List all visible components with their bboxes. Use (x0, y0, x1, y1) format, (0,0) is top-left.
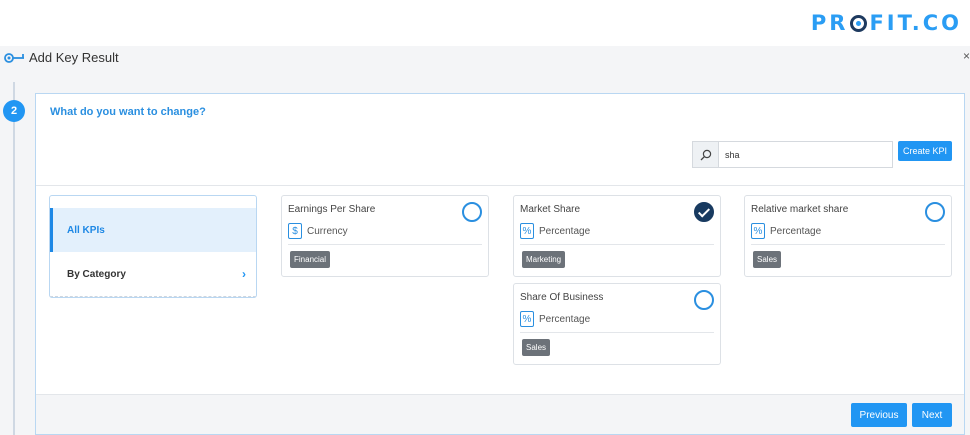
kpi-type: % Percentage (751, 223, 821, 239)
kpi-name: Market Share (520, 204, 581, 215)
profit-co-logo: PR FIT.CO (811, 11, 962, 35)
divider (520, 244, 714, 245)
step-question: What do you want to change? (50, 106, 206, 118)
page-title: Add Key Result (29, 50, 119, 65)
kpi-card-market-share[interactable]: Market Share % Percentage Marketing (513, 195, 721, 277)
key-result-icon (4, 53, 24, 63)
kpi-type-label: Percentage (539, 313, 591, 325)
search-icon (700, 149, 711, 160)
create-kpi-button[interactable]: Create KPI (898, 141, 952, 161)
step-card: What do you want to change? Create KPI A… (35, 93, 965, 435)
nav-item-label: All KPIs (67, 224, 105, 236)
kpi-select-radio[interactable] (462, 202, 482, 222)
kpi-select-radio[interactable] (694, 290, 714, 310)
percentage-icon: % (520, 311, 534, 327)
step-timeline-line (13, 82, 15, 435)
kpi-selected-check-icon[interactable] (694, 202, 714, 222)
kpi-name: Earnings Per Share (288, 204, 376, 215)
kpi-filter-nav: All KPIs By Category › (49, 195, 257, 298)
logo-text-right: FIT.CO (869, 11, 962, 35)
kpi-name: Share Of Business (520, 292, 604, 303)
category-tag: Sales (522, 339, 551, 356)
kpi-type-label: Percentage (539, 225, 591, 237)
kpi-card-share-of-business[interactable]: Share Of Business % Percentage Sales (513, 283, 721, 365)
kpi-type-label: Currency (307, 225, 348, 237)
category-tag: Sales (753, 251, 782, 268)
logo-text-left: PR (810, 11, 849, 35)
search-button[interactable] (693, 142, 719, 167)
add-key-result-panel: Add Key Result × 2 What do you want to c… (0, 46, 970, 435)
category-tag: Financial (290, 251, 331, 268)
kpi-card-earnings-per-share[interactable]: Earnings Per Share $ Currency Financial (281, 195, 489, 277)
category-tag: Marketing (522, 251, 566, 268)
currency-icon: $ (288, 223, 302, 239)
percentage-icon: % (520, 223, 534, 239)
divider (751, 244, 945, 245)
nav-item-by-category[interactable]: By Category › (50, 253, 256, 297)
step-footer: Previous Next (36, 394, 964, 434)
kpi-search-input[interactable] (719, 149, 889, 160)
previous-button[interactable]: Previous (851, 403, 907, 427)
next-button[interactable]: Next (912, 403, 952, 427)
divider (36, 185, 964, 186)
percentage-icon: % (751, 223, 765, 239)
kpi-card-relative-market-share[interactable]: Relative market share % Percentage Sales (744, 195, 952, 277)
kpi-name: Relative market share (751, 204, 849, 215)
close-icon[interactable]: × (963, 49, 970, 63)
top-bar: PR FIT.CO (0, 0, 970, 46)
divider (520, 332, 714, 333)
nav-item-label: By Category (67, 269, 126, 280)
divider (288, 244, 482, 245)
logo-target-icon (850, 14, 868, 32)
kpi-type: $ Currency (288, 223, 348, 239)
kpi-select-radio[interactable] (925, 202, 945, 222)
step-number-badge: 2 (3, 100, 25, 122)
nav-item-all-kpis[interactable]: All KPIs (50, 208, 256, 252)
kpi-type-label: Percentage (770, 225, 822, 237)
chevron-right-icon: › (242, 267, 246, 281)
kpi-type: % Percentage (520, 223, 590, 239)
kpi-type: % Percentage (520, 311, 590, 327)
kpi-search-box (692, 141, 893, 168)
